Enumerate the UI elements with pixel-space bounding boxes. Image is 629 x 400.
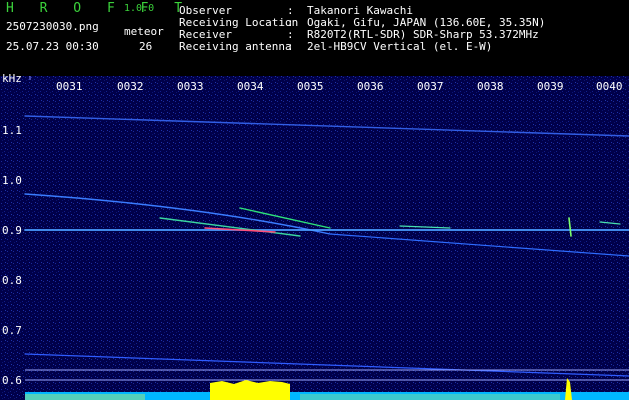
- x-tick-label: 0037: [417, 80, 444, 93]
- y-tick-label: 0.8: [2, 274, 22, 287]
- image-filename: 2507230030.png: [6, 20, 99, 33]
- y-tick-label: 1.0: [2, 174, 22, 187]
- y-axis-unit: kHz: [2, 72, 22, 85]
- header-panel: H R O F F T 1.0.0 2507230030.png 25.07.2…: [0, 0, 629, 76]
- y-tick-label: 0.9: [2, 224, 22, 237]
- x-tick-label: 0034: [237, 80, 264, 93]
- x-tick-label: 0032: [117, 80, 144, 93]
- app-brand: H R O F F T: [6, 1, 192, 16]
- x-tick-label: 0031: [56, 80, 83, 93]
- meteor-count: 26: [139, 40, 153, 53]
- y-tick-label: 0.7: [2, 324, 22, 337]
- x-tick-label: 0036: [357, 80, 384, 93]
- observation-datetime: 25.07.23 00:30: [6, 40, 99, 53]
- meteor-label: meteor: [124, 25, 164, 38]
- x-tick-label: 0033: [177, 80, 204, 93]
- y-tick-label: 1.1: [2, 124, 22, 137]
- noise-background: [0, 76, 629, 400]
- station-row-antenna: Receiving antenna: 2el-HB9CV Vertical (el…: [179, 40, 493, 53]
- x-tick-label: 0039: [537, 80, 564, 93]
- y-tick-label: 0.6: [2, 374, 22, 387]
- x-tick-label: 0038: [477, 80, 504, 93]
- x-tick-label: 0035: [297, 80, 324, 93]
- x-tick-label: 0040: [596, 80, 623, 93]
- antenna-value: 2el-HB9CV Vertical (el. E-W): [307, 40, 493, 53]
- app-version: 1.0.0: [124, 3, 155, 14]
- spectrogram: [0, 76, 629, 400]
